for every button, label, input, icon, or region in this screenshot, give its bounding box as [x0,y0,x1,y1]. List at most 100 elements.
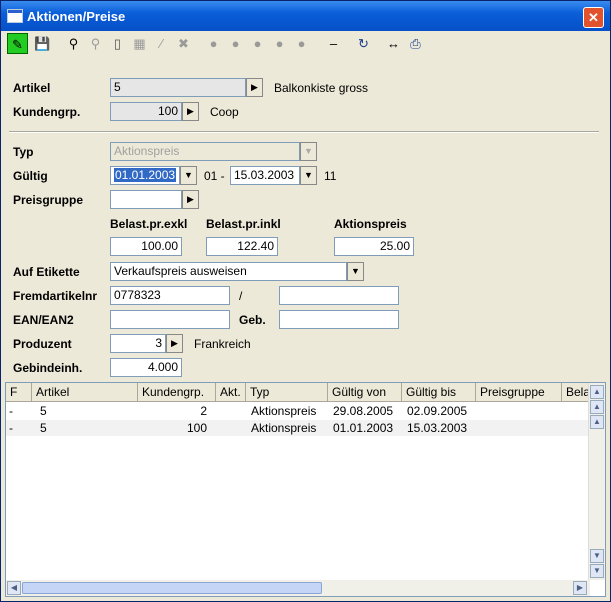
column-header[interactable]: F [6,383,32,401]
fremdartikelnr-label: Fremdartikelnr [13,289,98,303]
gueltig-from-field[interactable]: 01.01.2003 [110,166,180,185]
table-cell: Aktionspreis [251,421,317,435]
table-cell: - [9,404,13,418]
fremdartikelnr-slash: / [239,289,243,303]
table-row[interactable]: - 5 2 Aktionspreis 29.08.2005 02.09.2005 [6,403,590,419]
table-cell: - [9,421,13,435]
produzent-description: Frankreich [194,337,251,351]
wand-icon[interactable]: ⁄ [151,33,172,54]
fremdartikelnr-field[interactable]: 0778323 [110,286,230,305]
horizontal-scrollbar[interactable]: ◀ ▶ [6,580,590,596]
table-cell: 15.03.2003 [407,421,468,435]
table-cell: 5 [40,404,47,418]
typ-select[interactable]: Aktionspreis [110,142,300,161]
column-header[interactable]: Typ [246,383,328,401]
refresh-icon[interactable]: ↻ [353,33,374,54]
etikette-select[interactable]: Verkaufspreis ausweisen [110,262,347,281]
table-cell: 02.09.2005 [407,404,468,418]
print-icon[interactable]: ⎙ [405,33,426,54]
belast-inkl-label: Belast.pr.inkl [206,217,281,231]
gueltig-to-dropdown-icon[interactable]: ▼ [300,166,317,185]
table-row[interactable]: - 5 100 Aktionspreis 01.01.2003 15.03.20… [6,420,590,436]
table-cell: 100 [186,421,207,435]
table-cell [216,420,246,436]
geb-label: Geb. [239,313,266,327]
kundengrp-description: Coop [210,105,239,119]
column-header[interactable]: Bela [562,383,590,401]
table-cell: 2 [200,404,207,418]
bomb-icon-5[interactable]: ● [291,33,312,54]
search-icon[interactable]: ⚲ [85,33,106,54]
aktionspreis-label: Aktionspreis [334,217,407,231]
artikel-field[interactable]: 5 [110,78,246,97]
window-icon [7,9,23,23]
table-cell [562,420,590,436]
separator [9,131,599,133]
scroll-up-icon[interactable]: ▲ [590,385,604,399]
scroll-left-icon[interactable]: ◀ [7,581,21,595]
bomb-icon-1[interactable]: ● [203,33,224,54]
new-document-icon[interactable]: ▯ [107,33,128,54]
belast-exkl-field[interactable]: 100.00 [110,237,182,256]
bomb-icon-3[interactable]: ● [247,33,268,54]
vertical-scrollbar[interactable]: ▲ ▲ ▲ ▼ ▼ [588,383,605,580]
window: Aktionen/Preise ✕ ✎ 💾 ⚲ ⚲ ▯ ▦ ⁄ ✖ ● ● ● … [0,0,611,602]
preisgruppe-label: Preisgruppe [13,193,84,207]
artikel-label: Artikel [13,81,51,95]
gueltig-from-value: 01.01.2003 [114,168,177,182]
horizontal-scroll-thumb[interactable] [22,582,322,594]
edit-icon[interactable]: ✎ [7,33,28,54]
kundengrp-lookup-button[interactable]: ▶ [182,102,199,121]
gueltig-from-dropdown-icon[interactable]: ▼ [180,166,197,185]
delete-icon[interactable]: ✖ [173,33,194,54]
belast-inkl-field[interactable]: 122.40 [206,237,278,256]
gebindeinh-label: Gebindeinh. [13,361,83,375]
column-header[interactable]: Artikel [32,383,138,401]
scroll-page-up-icon[interactable]: ▲ [590,400,604,414]
save-icon[interactable]: 💾 [32,33,53,54]
binoculars-icon[interactable]: ⚲ [63,33,84,54]
scroll-first-icon[interactable]: ▲ [590,415,604,429]
geb-field[interactable] [279,310,399,329]
kundengrp-field[interactable]: 100 [110,102,182,121]
gebindeinh-field[interactable]: 4.000 [110,358,182,377]
table-cell: Aktionspreis [251,404,317,418]
typ-dropdown-icon[interactable]: ▼ [300,142,317,161]
scroll-last-icon[interactable]: ▼ [590,549,604,563]
minus-icon[interactable]: – [323,33,344,54]
typ-label: Typ [13,145,34,159]
aktionspreis-field[interactable]: 25.00 [334,237,414,256]
etikette-dropdown-icon[interactable]: ▼ [347,262,364,281]
bomb-icon-2[interactable]: ● [225,33,246,54]
gueltig-separator: 01 - [204,169,225,183]
table-cell: 5 [40,421,47,435]
column-header[interactable]: Gültig von [328,383,402,401]
scroll-right-icon[interactable]: ▶ [573,581,587,595]
preisgruppe-lookup-button[interactable]: ▶ [182,190,199,209]
prices-table[interactable]: F Artikel Kundengrp. Akt. Typ Gültig von… [5,382,606,597]
scroll-page-down-icon[interactable]: ▼ [590,564,604,578]
gueltig-to-field[interactable]: 15.03.2003 [230,166,300,185]
kundengrp-label: Kundengrp. [13,105,81,119]
grid-icon[interactable]: ▦ [129,33,150,54]
column-header[interactable]: Kundengrp. [138,383,216,401]
etikette-label: Auf Etikette [13,265,80,279]
produzent-lookup-button[interactable]: ▶ [166,334,183,353]
artikel-description: Balkonkiste gross [274,81,369,95]
artikel-lookup-button[interactable]: ▶ [246,78,263,97]
preisgruppe-field[interactable] [110,190,182,209]
produzent-field[interactable]: 3 [110,334,166,353]
column-header[interactable]: Akt. [216,383,246,401]
table-cell: 29.08.2005 [333,404,394,418]
bomb-icon-4[interactable]: ● [269,33,290,54]
gueltig-count: 11 [324,169,337,183]
gueltig-label: Gültig [13,169,48,183]
ean-field[interactable] [110,310,230,329]
fit-width-icon[interactable]: ↔ [383,33,404,54]
window-title: Aktionen/Preise [27,9,126,24]
column-header[interactable]: Gültig bis [402,383,476,401]
column-header[interactable]: Preisgruppe [476,383,562,401]
table-cell [476,420,562,436]
fremdartikelnr-2-field[interactable] [279,286,399,305]
close-button[interactable]: ✕ [583,7,604,28]
